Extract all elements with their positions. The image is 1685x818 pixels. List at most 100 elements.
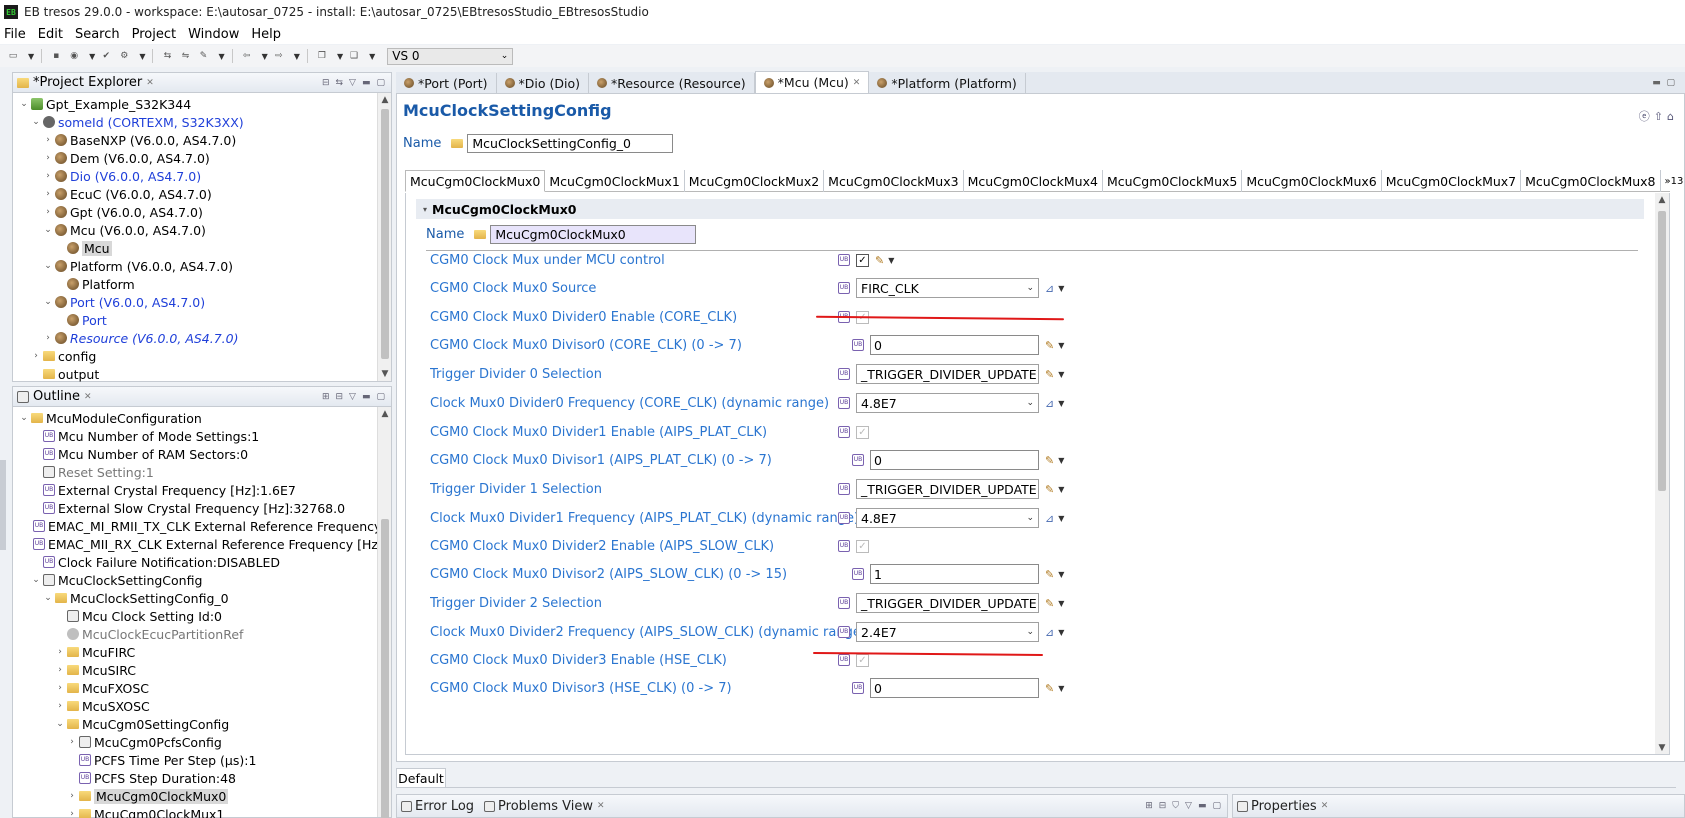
dropdown-icon[interactable]: ▼ xyxy=(1058,514,1064,523)
expand-all-icon[interactable]: ⊞ xyxy=(322,392,330,402)
tree-item[interactable]: › Gpt (V6.0.0, AS4.7.0) xyxy=(13,203,391,221)
tree-item[interactable]: UB External Slow Crystal Frequency [Hz]:3… xyxy=(13,499,391,517)
param-label[interactable]: Trigger Divider 0 Selection xyxy=(430,367,866,382)
pin-icon[interactable]: ✎ xyxy=(196,49,210,63)
param-label[interactable]: Clock Mux0 Divider1 Frequency (AIPS_PLAT… xyxy=(430,511,866,526)
tree-item[interactable]: › McuFXOSC xyxy=(13,679,391,697)
collapsed-icon[interactable]: › xyxy=(55,701,65,711)
param-label[interactable]: CGM0 Clock Mux0 Divider0 Enable (CORE_CL… xyxy=(430,310,866,325)
dropdown-icon[interactable]: ▼ xyxy=(1058,684,1064,693)
collapsed-icon[interactable]: › xyxy=(67,791,77,801)
expanded-icon[interactable]: ⌄ xyxy=(43,297,53,307)
view-menu-icon[interactable]: ▽ xyxy=(349,392,356,402)
back-icon[interactable]: ⇦ xyxy=(240,49,254,63)
unlink-icon[interactable]: ⇋ xyxy=(178,49,192,63)
editor-tab[interactable]: *Mcu (Mcu) ✕ xyxy=(754,71,870,93)
editor-tab[interactable]: *Resource (Resource) xyxy=(589,73,755,93)
collapsed-icon[interactable]: › xyxy=(55,683,65,693)
collapsed-icon[interactable]: › xyxy=(31,351,41,361)
param-text-field[interactable]: 0 xyxy=(870,678,1039,698)
tree-item[interactable]: UB EMAC_MI_RMII_TX_CLK External Reference… xyxy=(13,517,391,535)
project-explorer-title[interactable]: *Project Explorer xyxy=(33,75,142,90)
close-icon[interactable]: ✕ xyxy=(146,78,154,88)
tree-item[interactable]: Port xyxy=(13,311,391,329)
maximize-icon[interactable]: ▢ xyxy=(376,392,385,402)
calculate-icon[interactable]: ⊿ xyxy=(1045,397,1054,410)
view-menu-icon[interactable]: ▽ xyxy=(349,78,356,88)
collapse-icon[interactable]: ▾ xyxy=(420,205,430,214)
param-label[interactable]: CGM0 Clock Mux0 Divisor3 (HSE_CLK) (0 ->… xyxy=(430,681,866,696)
pencil-icon[interactable]: ✎ xyxy=(1045,682,1054,695)
expanded-icon[interactable]: ⌄ xyxy=(19,413,29,423)
tree-item[interactable]: › EcuC (V6.0.0, AS4.7.0) xyxy=(13,185,391,203)
tree-item[interactable]: › McuFIRC xyxy=(13,643,391,661)
pencil-icon[interactable]: ✎ xyxy=(1045,597,1054,610)
pencil-icon[interactable]: ✎ xyxy=(875,254,884,267)
editor-tab[interactable]: *Dio (Dio) xyxy=(497,73,590,93)
param-text-field[interactable]: 0 xyxy=(870,335,1039,355)
calculate-icon[interactable]: ⊿ xyxy=(1045,626,1054,639)
form-scrollbar[interactable]: ▲ ▼ xyxy=(1655,193,1669,754)
pencil-icon[interactable]: ✎ xyxy=(1045,568,1054,581)
close-icon[interactable]: ✕ xyxy=(1321,801,1329,811)
dropdown-icon[interactable]: ▼ xyxy=(888,256,894,265)
subtab-mcucgm0clockmux0[interactable]: McuCgm0ClockMux0 xyxy=(405,170,546,192)
menu-edit[interactable]: Edit xyxy=(38,27,63,42)
param-label[interactable]: Clock Mux0 Divider2 Frequency (AIPS_SLOW… xyxy=(430,625,866,640)
collapsed-icon[interactable]: › xyxy=(55,647,65,657)
param-label[interactable]: CGM0 Clock Mux0 Divisor1 (AIPS_PLAT_CLK)… xyxy=(430,453,866,468)
expanded-icon[interactable]: ⌄ xyxy=(43,225,53,235)
param-text-field[interactable]: 0 xyxy=(870,450,1039,470)
globe-icon[interactable]: ◉ xyxy=(67,49,81,63)
close-icon[interactable]: ✕ xyxy=(84,392,92,402)
dropdown-icon[interactable]: ▼ xyxy=(1058,341,1064,350)
calculate-icon[interactable]: ⊿ xyxy=(1045,282,1054,295)
collapsed-icon[interactable]: › xyxy=(43,153,53,163)
tree-item[interactable]: output xyxy=(13,365,391,383)
mux-name-field[interactable]: McuCgm0ClockMux0 xyxy=(490,225,697,244)
save-icon[interactable]: ▪ xyxy=(49,49,63,63)
left-edge-sash[interactable] xyxy=(0,460,6,550)
dropdown-icon[interactable]: ▼ xyxy=(1058,628,1064,637)
tree-item[interactable]: UB EMAC_MII_RX_CLK External Reference Fre… xyxy=(13,535,391,553)
tree-item[interactable]: Reset Setting:1 xyxy=(13,463,391,481)
link-editor-icon[interactable]: ⇆ xyxy=(336,78,344,88)
variant-select[interactable]: VS 0 ⌄ xyxy=(387,47,514,65)
dropdown-icon[interactable]: ▼ xyxy=(1058,399,1064,408)
param-label[interactable]: Clock Mux0 Divider0 Frequency (CORE_CLK)… xyxy=(430,396,866,411)
dropdown-icon[interactable]: ▼ xyxy=(1058,570,1064,579)
tree-item[interactable]: UB Clock Failure Notification:DISABLED xyxy=(13,553,391,571)
build-icon[interactable]: ✔ xyxy=(99,49,113,63)
maximize-icon[interactable]: ▢ xyxy=(1212,801,1221,811)
subtab-mcucgm0clockmux2[interactable]: McuCgm0ClockMux2 xyxy=(685,170,825,192)
tree-item[interactable]: › McuCgm0ClockMux1 xyxy=(13,805,391,818)
tree-item[interactable]: UB Mcu Number of RAM Sectors:0 xyxy=(13,445,391,463)
param-combo[interactable]: _TRIGGER_DIVIDER_UPDATE⌄ xyxy=(856,593,1039,613)
param-label[interactable]: Trigger Divider 1 Selection xyxy=(430,482,866,497)
collapsed-icon[interactable]: › xyxy=(55,665,65,675)
param-label[interactable]: Trigger Divider 2 Selection xyxy=(430,596,866,611)
param-label[interactable]: CGM0 Clock Mux0 Divider3 Enable (HSE_CLK… xyxy=(430,653,866,668)
scroll-up-icon[interactable]: ▲ xyxy=(1655,195,1669,205)
scroll-up-icon[interactable]: ▲ xyxy=(378,95,392,105)
filter-icon[interactable]: ⛉ xyxy=(1172,801,1179,811)
dropdown-icon[interactable]: ▼ xyxy=(1058,284,1064,293)
param-label[interactable]: CGM0 Clock Mux0 Divider1 Enable (AIPS_PL… xyxy=(430,425,866,440)
tree-item[interactable]: › Resource (V6.0.0, AS4.7.0) xyxy=(13,329,391,347)
editor-tab[interactable]: *Port (Port) xyxy=(396,73,497,93)
subtab-mcucgm0clockmux8[interactable]: McuCgm0ClockMux8 xyxy=(1521,170,1661,192)
scroll-up-icon[interactable]: ▲ xyxy=(378,409,392,419)
param-combo[interactable]: FIRC_CLK ⌄ xyxy=(856,278,1039,298)
tree-item[interactable]: › Dio (V6.0.0, AS4.7.0) xyxy=(13,167,391,185)
tree-item[interactable]: UB External Crystal Frequency [Hz]:1.6E7 xyxy=(13,481,391,499)
config-name-field[interactable]: McuClockSettingConfig_0 xyxy=(467,134,674,153)
clipboard-icon[interactable]: ❐ xyxy=(315,49,329,63)
properties-tab[interactable]: Properties ✕ xyxy=(1237,799,1328,814)
collapsed-icon[interactable]: › xyxy=(67,737,77,747)
tree-item[interactable]: ⌄ Port (V6.0.0, AS4.7.0) xyxy=(13,293,391,311)
tree-item[interactable]: ⌄ McuClockSettingConfig xyxy=(13,571,391,589)
tree-item[interactable]: ⌄ someId (CORTEXM, S32K3XX) xyxy=(13,113,391,131)
tree-item[interactable]: Mcu Clock Setting Id:0 xyxy=(13,607,391,625)
generate-icon[interactable]: ⚙ xyxy=(117,49,131,63)
tree-item[interactable]: ⌄ McuModuleConfiguration xyxy=(13,409,391,427)
